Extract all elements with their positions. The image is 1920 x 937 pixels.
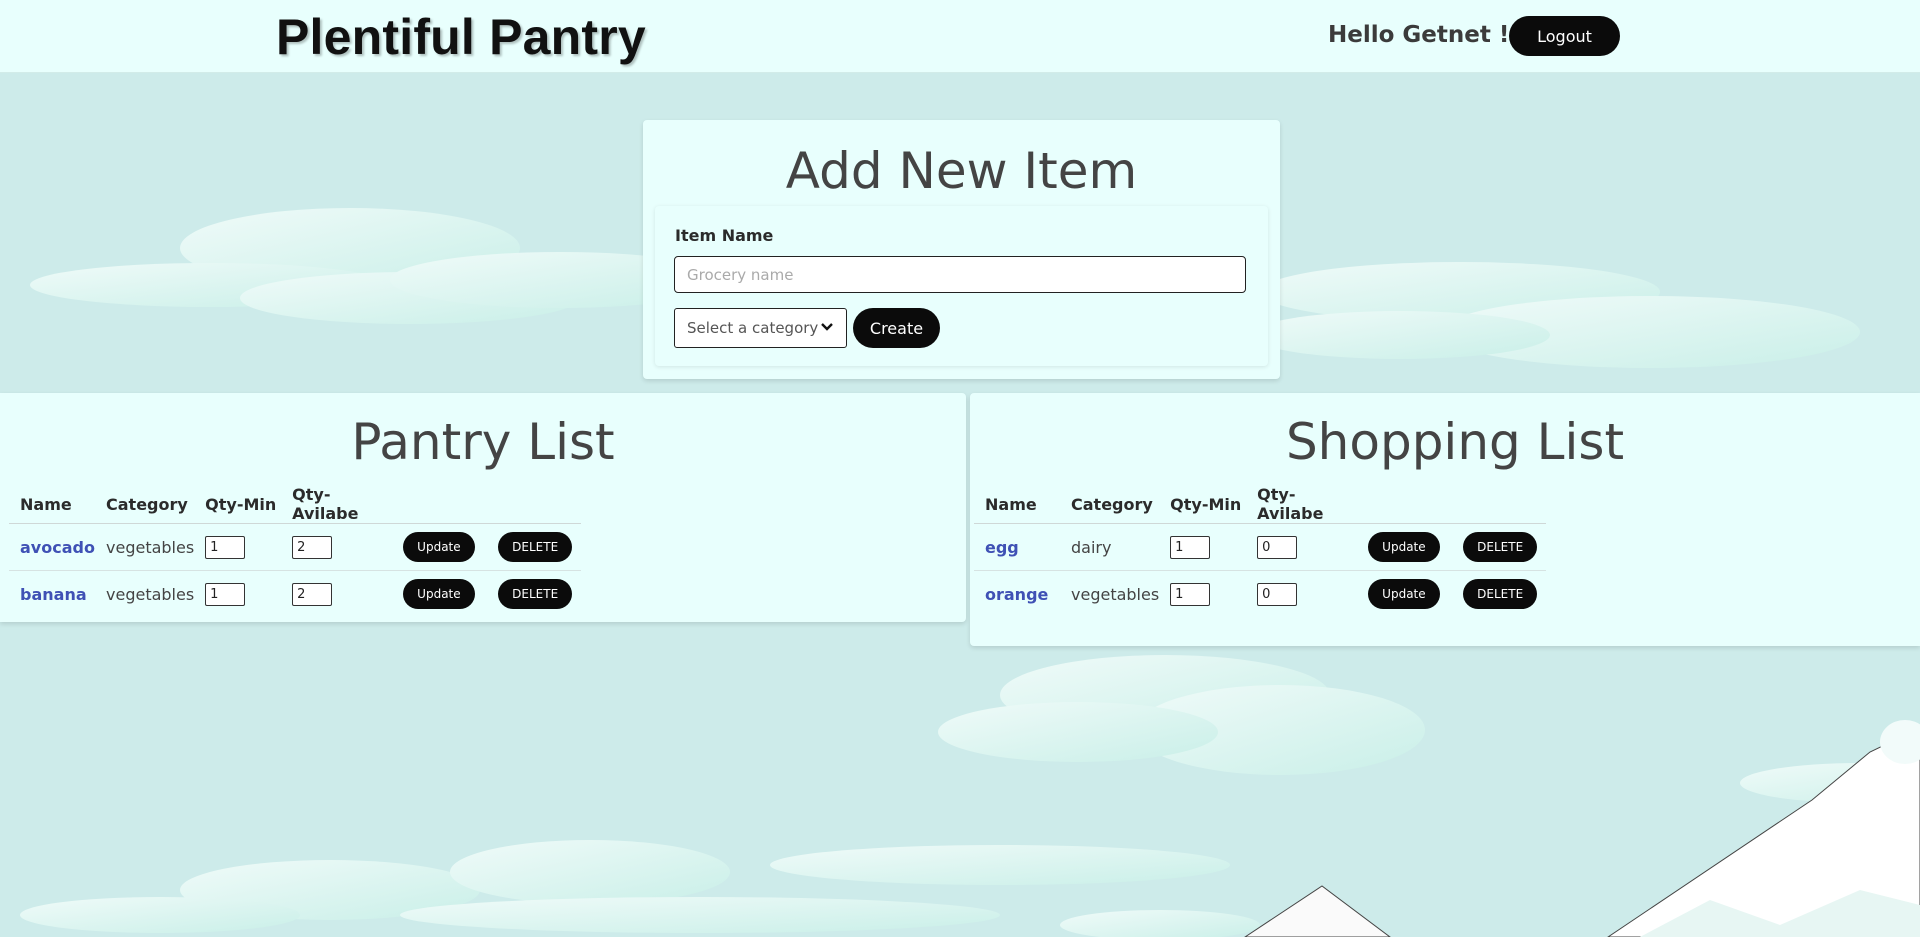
shopping-list-card: Shopping List Name Category Qty-Min Qty-… (970, 393, 1920, 646)
update-button[interactable]: Update (1368, 579, 1440, 609)
table-header-row: Name Category Qty-Min Qty-Avilabe (9, 485, 582, 524)
item-name-input[interactable] (674, 256, 1246, 293)
top-navbar: Plentiful Pantry Hello Getnet ! Logout (0, 0, 1920, 73)
column-header-name: Name (974, 485, 1060, 524)
delete-button[interactable]: DELETE (1463, 532, 1538, 562)
add-item-card: Add New Item Item Name Select a category… (643, 120, 1280, 379)
qty-min-input[interactable] (1170, 535, 1211, 559)
item-category: dairy (1060, 523, 1160, 571)
column-header-blank (392, 485, 488, 524)
create-button[interactable]: Create (853, 308, 940, 348)
qty-min-input[interactable] (205, 535, 246, 559)
shopping-list-title: Shopping List (1285, 413, 1625, 471)
item-name-link[interactable]: egg (985, 538, 1019, 557)
column-header-qty-min: Qty-Min (194, 485, 282, 524)
column-header-blank (487, 485, 582, 524)
qty-available-input[interactable] (292, 535, 333, 559)
category-selected-value: Select a category (687, 319, 819, 337)
item-name-link[interactable]: orange (985, 585, 1048, 604)
table-row: orange vegetables Update DELETE (974, 571, 1546, 618)
chevron-down-icon (820, 320, 834, 336)
pantry-list-title: Pantry List (351, 413, 615, 471)
column-header-qty-available: Qty-Avilabe (281, 485, 393, 524)
column-header-blank (1357, 485, 1453, 524)
column-header-blank (1452, 485, 1547, 524)
item-name-link[interactable]: banana (20, 585, 87, 604)
qty-available-input[interactable] (1257, 535, 1298, 559)
delete-button[interactable]: DELETE (1463, 579, 1538, 609)
item-category: vegetables (95, 523, 195, 571)
qty-available-input[interactable] (1257, 582, 1298, 606)
update-button[interactable]: Update (1368, 532, 1440, 562)
column-header-qty-available: Qty-Avilabe (1246, 485, 1358, 524)
column-header-qty-min: Qty-Min (1159, 485, 1247, 524)
column-header-category: Category (1060, 485, 1160, 524)
table-header-row: Name Category Qty-Min Qty-Avilabe (974, 485, 1547, 524)
item-category: vegetables (1071, 584, 1160, 604)
item-name-link[interactable]: avocado (20, 538, 95, 557)
shopping-table: Name Category Qty-Min Qty-Avilabe egg da… (974, 485, 1547, 618)
pantry-list-card: Pantry List Name Category Qty-Min Qty-Av… (0, 393, 966, 622)
table-row: egg dairy Update DELETE (974, 523, 1547, 571)
column-header-name: Name (9, 485, 95, 524)
category-select[interactable]: Select a category (674, 308, 847, 348)
user-greeting: Hello Getnet ! (1328, 22, 1510, 48)
item-category: vegetables (106, 584, 195, 604)
column-header-category: Category (95, 485, 195, 524)
update-button[interactable]: Update (403, 579, 475, 609)
table-row: banana vegetables Update DELETE (9, 571, 581, 618)
delete-button[interactable]: DELETE (498, 579, 573, 609)
logout-button[interactable]: Logout (1509, 16, 1620, 56)
table-row: avocado vegetables Update DELETE (9, 523, 582, 571)
update-button[interactable]: Update (403, 532, 475, 562)
add-item-title: Add New Item (785, 142, 1138, 200)
delete-button[interactable]: DELETE (498, 532, 573, 562)
brand-title[interactable]: Plentiful Pantry (276, 8, 646, 66)
item-name-label: Item Name (675, 226, 774, 245)
qty-min-input[interactable] (1170, 582, 1211, 606)
pantry-table: Name Category Qty-Min Qty-Avilabe avocad… (9, 485, 582, 618)
qty-available-input[interactable] (292, 582, 333, 606)
qty-min-input[interactable] (205, 582, 246, 606)
